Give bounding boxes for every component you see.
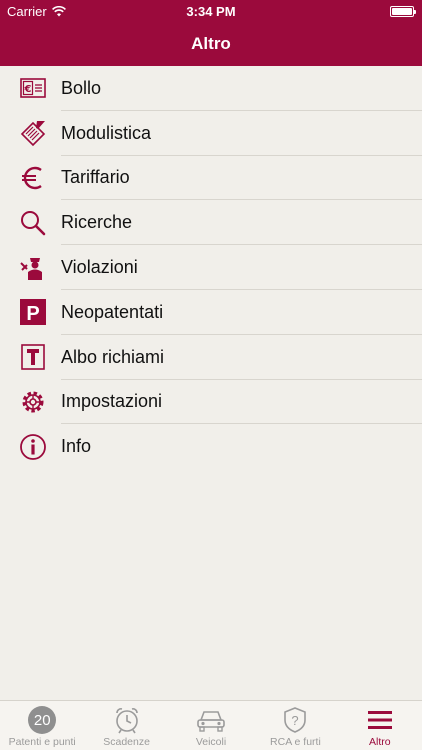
tab-label: Altro [369,736,391,748]
recall-board-icon [19,343,47,371]
menu-item-albo-richiami[interactable]: Albo richiami [0,335,422,380]
forms-pen-icon [19,119,47,147]
menu-item-label: Modulistica [61,122,152,143]
menu-list: € Bollo Modulistica Tariffario Ricerche … [0,66,422,469]
menu-item-label: Ricerche [61,212,133,233]
menu-item-label: Info [61,436,92,457]
tab-label: Patenti e punti [8,736,76,748]
menu-item-label: Neopatentati [61,301,164,322]
search-icon [19,209,47,237]
menu-item-modulistica[interactable]: Modulistica [0,111,422,156]
status-bar: Carrier 3:34 PM [0,0,422,22]
menu-item-neopatentati[interactable]: P Neopatentati [0,290,422,335]
status-time: 3:34 PM [186,4,236,19]
navigation-bar: Carrier 3:34 PM Altro [0,0,422,66]
tab-scadenze[interactable]: Scadenze [84,701,168,750]
tab-label: RCA e furti [270,736,321,748]
menu-item-ricerche[interactable]: Ricerche [0,200,422,245]
svg-text:P: P [26,303,39,325]
menu-item-label: Impostazioni [61,391,163,412]
page-title: Altro [191,34,231,53]
menu-item-bollo[interactable]: € Bollo [0,66,422,111]
tab-label: Scadenze [103,736,150,748]
tab-rca-e-furti[interactable]: ? RCA e furti [253,701,337,750]
battery-icon [390,6,416,17]
svg-text:?: ? [292,713,299,728]
euro-icon [19,164,47,192]
menu-item-label: Bollo [61,77,102,98]
menu-item-info[interactable]: Info [0,424,422,469]
bollo-euro-card-icon: € [19,74,47,102]
parking-p-icon: P [19,298,47,326]
police-officer-icon [19,254,47,282]
svg-text:€: € [24,84,32,95]
menu-item-label: Tariffario [61,167,130,188]
menu-item-violazioni[interactable]: Violazioni [0,245,422,290]
tab-altro[interactable]: Altro [338,701,422,750]
shield-question-icon: ? [283,706,307,734]
tab-veicoli[interactable]: Veicoli [169,701,253,750]
hamburger-menu-icon [367,706,393,734]
menu-item-label: Violazioni [61,257,138,278]
menu-item-label: Albo richiami [61,346,165,367]
tab-bar: 20 Patenti e punti Scadenze Veicoli ? RC… [0,700,422,750]
menu-item-impostazioni[interactable]: Impostazioni [0,380,422,425]
tab-patenti-e-punti[interactable]: 20 Patenti e punti [0,701,84,750]
menu-item-tariffario[interactable]: Tariffario [0,156,422,201]
alarm-clock-icon [113,706,141,734]
info-icon [19,433,47,461]
tab-label: Veicoli [195,736,227,748]
car-icon [196,706,226,734]
points-badge-icon: 20 [28,706,57,734]
gear-icon [19,388,47,416]
